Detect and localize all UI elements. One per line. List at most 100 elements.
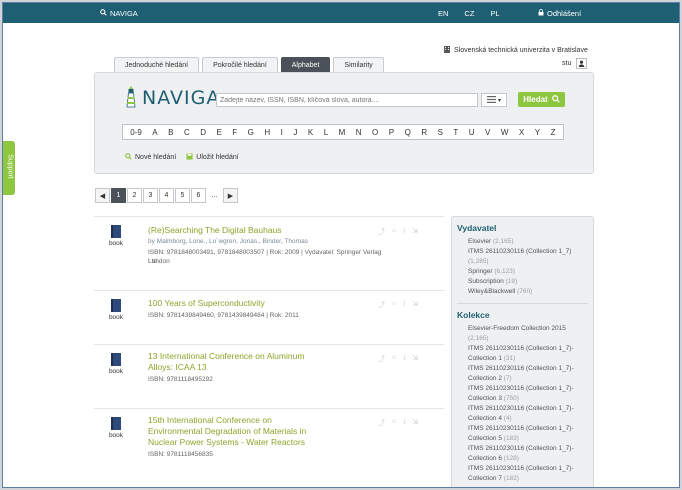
book-icon: book (106, 299, 126, 321)
cart-icon[interactable]: ⌂ (392, 227, 396, 237)
alphabet-letter[interactable]: V (484, 128, 491, 137)
logo-text: NAVIGA (142, 87, 221, 109)
support-tab[interactable]: Support (3, 141, 15, 195)
info-icon[interactable]: ⅰ (403, 354, 405, 364)
result-actions: ⤴ ⌂ ⅰ ⇲ (378, 300, 418, 310)
alphabet-letter[interactable]: I (280, 128, 284, 137)
share-icon[interactable]: ⤴ (378, 300, 385, 310)
page-button[interactable]: 2 (127, 188, 142, 203)
alphabet-letter[interactable]: H (263, 128, 271, 137)
facet-item[interactable]: Springer (6,123) (468, 267, 588, 277)
user-menu[interactable]: stu (562, 58, 588, 69)
alphabet-letter[interactable]: F (231, 128, 238, 137)
search-icon (125, 153, 132, 162)
alphabet-letter[interactable]: L (323, 128, 329, 137)
result-title[interactable]: 100 Years of Superconductivity (148, 298, 358, 309)
share-icon[interactable]: ⤴ (378, 354, 385, 364)
alphabet-letter[interactable]: S (437, 128, 444, 137)
alphabet-letter[interactable]: A (151, 128, 158, 137)
tab-simple-search[interactable]: Jednoduché hledání (114, 57, 200, 72)
logout-link[interactable]: Odhlášení (538, 9, 581, 18)
search-input[interactable] (216, 93, 478, 107)
export-icon[interactable]: ⇲ (412, 227, 418, 237)
save-icon (186, 153, 193, 162)
page-button[interactable]: 6 (191, 188, 206, 203)
result-meta: ISBN: 9781439849460, 9781439849484 | Rok… (148, 312, 299, 319)
export-icon[interactable]: ⇲ (412, 300, 418, 310)
tab-similarity[interactable]: Similarity (333, 57, 384, 72)
alphabet-letter[interactable]: 0-9 (129, 128, 143, 137)
user-icon[interactable] (576, 58, 588, 69)
info-icon[interactable]: ⅰ (403, 227, 405, 237)
result-title[interactable]: (Re)Searching The Digital Bauhaus (148, 225, 358, 236)
save-search-link[interactable]: Uložit hledání (186, 153, 239, 162)
alphabet-letter[interactable]: X (518, 128, 525, 137)
prev-page-button[interactable]: ◀ (95, 188, 110, 203)
alphabet-letter[interactable]: D (199, 128, 207, 137)
next-page-button[interactable]: ▶ (223, 188, 238, 203)
result-title[interactable]: 13 International Conference on Aluminum … (148, 351, 328, 373)
result-actions: ⤴ ⌂ ⅰ ⇲ (378, 354, 418, 364)
alphabet-letter[interactable]: M (338, 128, 347, 137)
alphabet-letter[interactable]: G (247, 128, 255, 137)
facet-item[interactable]: Elsevier-Freedom Collection 2015 (2,165) (468, 324, 588, 344)
alphabet-letter[interactable]: K (307, 128, 314, 137)
info-icon[interactable]: ⅰ (403, 418, 405, 428)
alphabet-letter[interactable]: B (167, 128, 174, 137)
alphabet-letter[interactable]: Y (534, 128, 541, 137)
facet-item[interactable]: ITMS 26110230116 (Collection 1_7)-Collec… (468, 364, 588, 384)
result-title[interactable]: 15th International Conference on Environ… (148, 415, 328, 448)
facet-item[interactable]: Subscription (19) (468, 277, 588, 287)
chevron-down-icon: ▾ (497, 97, 501, 104)
alphabet-letter[interactable]: C (183, 128, 191, 137)
facet-item[interactable]: Elsevier (2,165) (468, 237, 588, 247)
alphabet-letter[interactable]: E (215, 128, 222, 137)
lang-cz[interactable]: CZ (464, 9, 474, 18)
lang-en[interactable]: EN (438, 9, 448, 18)
page-button[interactable]: 5 (175, 188, 190, 203)
new-search-label: Nové hledání (135, 154, 177, 161)
search-icon (551, 94, 560, 105)
lang-pl[interactable]: PL (490, 9, 499, 18)
alphabet-letter[interactable]: Q (404, 128, 412, 137)
facet-item[interactable]: ITMS 26110230116 (Collection 1_7)-Collec… (468, 424, 588, 444)
alphabet-letter[interactable]: U (468, 128, 476, 137)
search-scope-select[interactable]: ▾ (481, 93, 507, 107)
alphabet-letter[interactable]: W (500, 128, 510, 137)
search-icon (100, 9, 107, 18)
facet-item[interactable]: Wiley&Blackwell (760) (468, 287, 588, 297)
save-search-label: Uložit hledání (196, 154, 239, 161)
tab-alphabet[interactable]: Alphabet (280, 57, 331, 72)
facet-item[interactable]: ITMS 26110230116 (Collection 1_7)-Collec… (468, 384, 588, 404)
facet-item[interactable]: ITMS 26110230116 (Collection 1_7)-Collec… (468, 444, 588, 464)
page-button[interactable]: 3 (143, 188, 158, 203)
tab-advanced-search[interactable]: Pokročilé hledání (202, 57, 278, 72)
facet-item[interactable]: ITMS 26110230116 (Collection 1_7) (1,285… (468, 247, 588, 267)
alphabet-letter[interactable]: J (292, 128, 298, 137)
facet-item[interactable]: ITMS 26110230116 (Collection 1_7)-Collec… (468, 344, 588, 364)
brand-link[interactable]: NAVIGA (100, 9, 138, 18)
search-button[interactable]: Hledat (518, 92, 565, 107)
export-icon[interactable]: ⇲ (412, 418, 418, 428)
page-button[interactable]: 1 (111, 188, 126, 203)
alphabet-letter[interactable]: Z (550, 128, 557, 137)
alphabet-letter[interactable]: O (371, 128, 379, 137)
alphabet-letter[interactable]: N (355, 128, 363, 137)
result-actions: ⤴ ⌂ ⅰ ⇲ (378, 227, 418, 237)
info-icon[interactable]: ⅰ (403, 300, 405, 310)
share-icon[interactable]: ⤴ (378, 418, 385, 428)
export-icon[interactable]: ⇲ (412, 354, 418, 364)
share-icon[interactable]: ⤴ (378, 227, 385, 237)
cart-icon[interactable]: ⌂ (392, 418, 396, 428)
new-search-link[interactable]: Nové hledání (125, 153, 176, 162)
cart-icon[interactable]: ⌂ (392, 354, 396, 364)
alphabet-letter[interactable]: R (420, 128, 428, 137)
page-button[interactable]: 4 (159, 188, 174, 203)
alphabet-letter[interactable]: T (452, 128, 459, 137)
facet-item[interactable]: ITMS 26110230116 (Collection 1_7)-Collec… (468, 404, 588, 424)
facet-item[interactable]: ITMS 26110230116 (Collection 1_7)-Collec… (468, 464, 588, 484)
result-type: book (108, 314, 124, 321)
alphabet-letter[interactable]: P (388, 128, 395, 137)
cart-icon[interactable]: ⌂ (392, 300, 396, 310)
facet-collection-title: Kolekce (457, 310, 490, 320)
